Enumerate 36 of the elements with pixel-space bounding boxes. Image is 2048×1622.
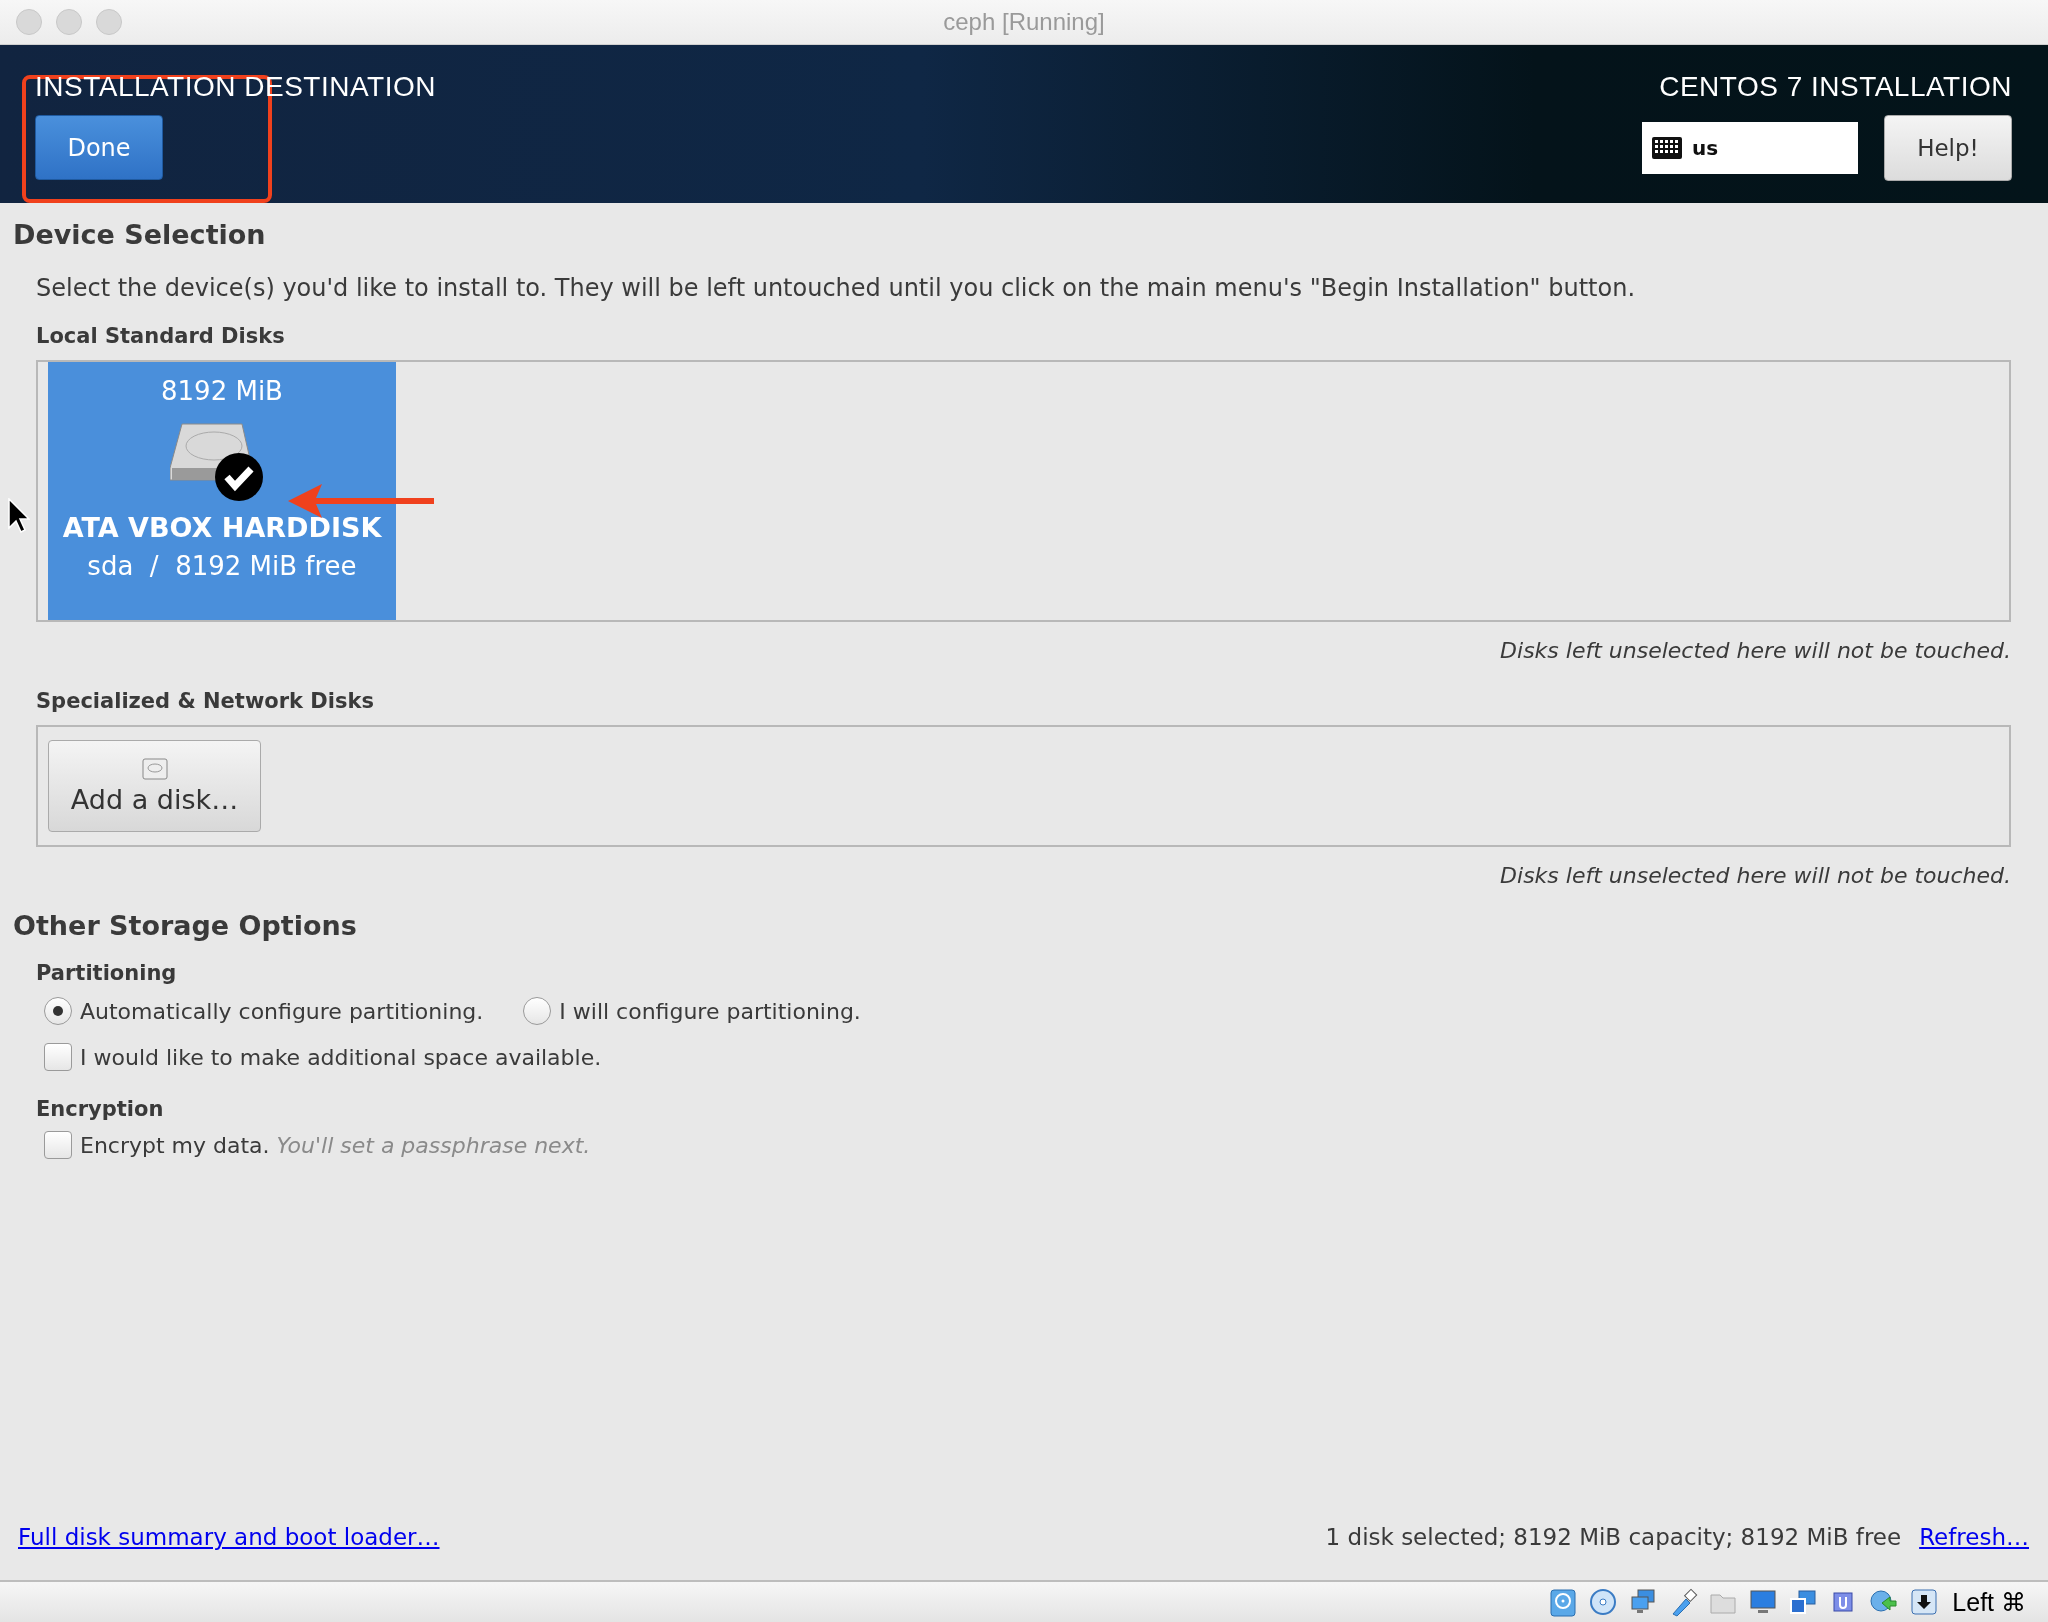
option-label: Automatically configure partitioning. — [80, 998, 484, 1024]
keyboard-icon — [1652, 137, 1682, 159]
radio-button[interactable] — [523, 997, 552, 1025]
refresh-link[interactable]: Refresh… — [1919, 1524, 2029, 1550]
group-heading: Encryption — [36, 1097, 165, 1121]
checkbox[interactable] — [44, 1043, 72, 1071]
group-heading: Partitioning — [36, 961, 178, 985]
done-button[interactable]: Done — [35, 115, 163, 180]
checkbox[interactable] — [44, 1131, 72, 1159]
selection-status: 1 disk selected; 8192 MiB capacity; 8192 MiB free — [1325, 1524, 1902, 1550]
mouse-pointer-icon — [8, 498, 30, 534]
host-key-label: Left ⌘ — [1952, 1587, 2026, 1617]
windows-icon[interactable] — [1788, 1587, 1819, 1617]
add-disk-button[interactable]: Add a disk… — [48, 740, 261, 832]
check-mark-icon — [214, 452, 264, 502]
option-label: I would like to make additional space available. — [80, 1044, 602, 1070]
option-label: Encrypt my data. You'll set a passphrase next. — [80, 1132, 591, 1158]
disk-details: sda / 8192 MiB free — [87, 551, 357, 581]
window-title: ceph [Running] — [943, 8, 1105, 35]
disk-size: 8192 MiB — [161, 376, 283, 406]
help-button[interactable]: Help! — [1884, 115, 2012, 181]
instructions-text: Select the device(s) you'd like to install to. They will be left untouched until you click on the main menu's "Begin Installation" button. — [36, 274, 1637, 302]
group-heading: Specialized & Network Disks — [36, 689, 375, 713]
disk-name: ATA VBOX HARDDISK — [62, 512, 382, 543]
disk-note: Disks left unselected here will not be touched. — [1499, 638, 2011, 663]
option-label: I will configure partitioning. — [559, 998, 861, 1024]
section-heading: Other Storage Options — [13, 910, 358, 941]
keyboard-layout-field[interactable]: us — [1642, 122, 1858, 174]
section-heading: Device Selection — [13, 219, 267, 250]
product-title: CENTOS 7 INSTALLATION — [1659, 71, 2012, 103]
summary-link[interactable]: Full disk summary and boot loader… — [18, 1524, 440, 1550]
disk-note: Disks left unselected here will not be touched. — [1499, 863, 2011, 888]
optical-disc-icon[interactable] — [1588, 1587, 1619, 1617]
radio-button[interactable] — [44, 997, 72, 1025]
group-heading: Local Standard Disks — [36, 324, 286, 348]
download-icon[interactable] — [1908, 1587, 1939, 1617]
